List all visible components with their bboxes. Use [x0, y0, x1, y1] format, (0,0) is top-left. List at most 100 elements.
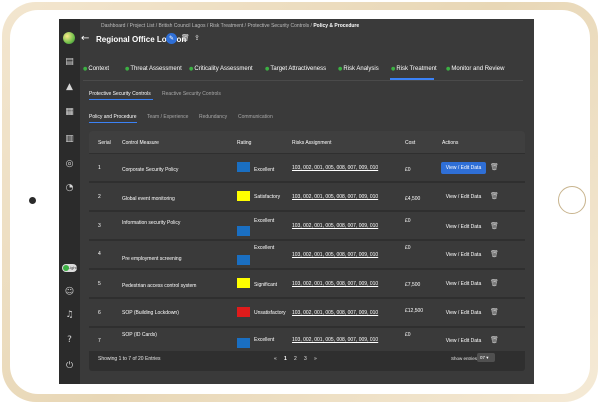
table-row: 3 Information security Policy Excellent … — [89, 212, 525, 240]
active-subtab-indicator — [89, 99, 153, 100]
subtab-communication[interactable]: Communication — [238, 114, 273, 120]
edit-pencil-icon[interactable]: ✎ — [166, 33, 177, 44]
pager-page-1[interactable]: 1 — [284, 356, 287, 362]
subtab-team-experience[interactable]: Team / Experience — [147, 114, 188, 120]
tab-target-attractiveness[interactable]: ●Target Attractiveness — [265, 66, 326, 72]
row-serial: 2 — [98, 194, 101, 200]
col-actions: Actions — [442, 140, 459, 146]
row-control-measure: Global event monitoring — [122, 196, 175, 202]
row-rating: Significant — [254, 282, 278, 288]
row-risks-assignment[interactable]: 103, 002, 001, 005, 008, 007, 009, 010 — [292, 252, 378, 258]
rating-swatch — [237, 255, 250, 265]
row-risks-assignment[interactable]: 103, 002, 001, 005, 008, 007, 009, 010 — [292, 194, 378, 200]
row-risks-assignment[interactable]: 103, 002, 001, 005, 008, 007, 009, 010 — [292, 165, 378, 171]
row-serial: 7 — [98, 338, 101, 344]
row-serial: 6 — [98, 310, 101, 316]
subtab-reactive-security-controls[interactable]: Reactive Security Controls — [162, 91, 221, 97]
notification-icon[interactable]: ♫ — [64, 310, 75, 321]
table-header: Serial Control Measure Rating Risks Assi… — [89, 131, 525, 153]
row-cost: £0 — [405, 245, 411, 251]
table-row: 5 Pedestrian access control system Signi… — [89, 270, 525, 298]
col-control-measure: Control Measure — [122, 140, 159, 146]
entries-select[interactable]: 07 ▾ — [477, 353, 495, 362]
clipboard-icon[interactable]: ▦ — [64, 107, 75, 118]
controls-table: Serial Control Measure Rating Risks Assi… — [89, 131, 525, 371]
view-edit-button[interactable]: View / Edit Data — [441, 191, 486, 203]
breadcrumb: Dashboard / Project List / British Counc… — [101, 23, 359, 29]
tab-risk-treatment[interactable]: ●Risk Treatment — [391, 66, 437, 72]
report-icon[interactable]: ▥ — [64, 134, 75, 145]
app-logo — [63, 32, 75, 44]
rating-swatch — [237, 162, 250, 172]
delete-icon[interactable]: 🗑 — [490, 192, 499, 200]
tab-risk-analysis[interactable]: ●Risk Analysis — [338, 66, 379, 72]
power-icon[interactable]: ⏻ — [64, 361, 75, 372]
row-cost: £0 — [405, 218, 411, 224]
col-cost: Cost — [405, 140, 416, 146]
view-edit-button[interactable]: View / Edit Data — [441, 249, 486, 261]
row-rating: Unsatisfactory — [254, 310, 286, 316]
view-edit-button[interactable]: View / Edit Data — [441, 335, 486, 347]
tab-monitor-and-review[interactable]: ●Monitor and Review — [446, 66, 504, 72]
check-icon: ● — [265, 66, 270, 72]
main-content: Dashboard / Project List / British Counc… — [80, 19, 534, 384]
view-edit-button[interactable]: View / Edit Data — [441, 162, 486, 174]
user-icon[interactable]: ☺ — [64, 287, 75, 298]
delete-icon[interactable]: 🗑 — [490, 250, 499, 258]
toggle-knob — [63, 265, 69, 271]
row-control-measure: Corporate Security Policy — [122, 167, 179, 173]
row-control-measure: Pre employment screening — [122, 256, 182, 262]
row-cost: £4,500 — [405, 196, 421, 202]
subtab-policy-and-procedure[interactable]: Policy and Procedure — [89, 114, 137, 120]
check-icon: ● — [83, 66, 88, 72]
delete-icon[interactable]: 🗑 — [490, 163, 499, 171]
tab-context[interactable]: ●Context — [83, 66, 109, 72]
settings-icon[interactable]: ◎ — [64, 159, 75, 170]
sidebar: ▤ ▲ ▦ ▥ ◎ ◔ Light ☺ ♫ ? ⏻ — [59, 19, 80, 384]
alert-icon[interactable]: ▲ — [64, 82, 75, 93]
help-icon[interactable]: ? — [64, 335, 75, 346]
row-control-measure: SOP (Building Lockdown) — [122, 310, 179, 316]
row-control-measure: SOP (ID Cards) — [122, 332, 157, 338]
rating-swatch — [237, 191, 250, 201]
tab-threat-assessment[interactable]: ●Threat Assessment — [125, 66, 182, 72]
pager-page-3[interactable]: 3 — [304, 356, 307, 362]
breadcrumb-path[interactable]: Dashboard / Project List / British Counc… — [101, 23, 313, 29]
show-entries-label: Show entries — [451, 356, 478, 361]
dashboard-icon[interactable]: ◔ — [64, 183, 75, 194]
export-icon[interactable]: ⇪ — [194, 34, 200, 42]
subtab-protective-security-controls[interactable]: Protective Security Controls — [89, 91, 151, 97]
document-icon[interactable]: ▤ — [64, 57, 75, 68]
row-serial: 5 — [98, 281, 101, 287]
tab-criticality-assessment[interactable]: ●Criticality Assessment — [189, 66, 253, 72]
rating-swatch — [237, 338, 250, 348]
back-arrow-icon[interactable]: ← — [81, 33, 89, 44]
delete-icon[interactable]: 🗑 — [490, 336, 499, 344]
view-edit-button[interactable]: View / Edit Data — [441, 221, 486, 233]
table-row: 6 SOP (Building Lockdown) Unsatisfactory… — [89, 299, 525, 327]
row-risks-assignment[interactable]: 103, 002, 001, 005, 008, 007, 009, 010 — [292, 337, 378, 343]
breadcrumb-current: Policy & Procedure — [313, 23, 360, 29]
pager-page-2[interactable]: 2 — [294, 356, 297, 362]
subtab-redundancy[interactable]: Redundancy — [199, 114, 227, 120]
row-risks-assignment[interactable]: 103, 002, 001, 005, 008, 007, 009, 010 — [292, 310, 378, 316]
col-rating: Rating — [237, 140, 252, 146]
table-row: 2 Global event monitoring Satisfactory 1… — [89, 183, 525, 211]
row-rating: Excellent — [254, 218, 275, 224]
theme-toggle[interactable]: Light — [62, 264, 77, 272]
view-edit-button[interactable]: View / Edit Data — [441, 307, 486, 319]
row-control-measure: Information security Policy — [122, 220, 181, 226]
view-edit-button[interactable]: View / Edit Data — [441, 278, 486, 290]
app-screen: ▤ ▲ ▦ ▥ ◎ ◔ Light ☺ ♫ ? ⏻ Dashboard / Pr… — [59, 19, 534, 384]
col-serial: Serial — [98, 140, 111, 146]
delete-icon[interactable]: 🗑 — [490, 222, 499, 230]
delete-icon[interactable]: 🗑 — [490, 279, 499, 287]
trash-icon[interactable]: 🗑 — [181, 34, 190, 42]
pager-prev[interactable]: « — [274, 356, 277, 362]
delete-icon[interactable]: 🗑 — [490, 308, 499, 316]
pager-next[interactable]: » — [314, 356, 317, 362]
row-risks-assignment[interactable]: 103, 002, 001, 005, 008, 007, 009, 010 — [292, 281, 378, 287]
home-button[interactable] — [558, 186, 586, 214]
row-risks-assignment[interactable]: 103, 002, 001, 005, 008, 007, 009, 010 — [292, 223, 378, 229]
row-cost: £0 — [405, 332, 411, 338]
